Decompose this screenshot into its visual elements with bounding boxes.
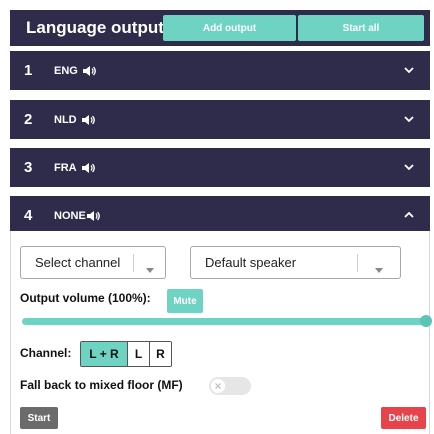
chevron-up-icon[interactable] [402, 208, 416, 222]
caret-down-icon [375, 260, 383, 278]
start-all-button[interactable]: Start all [298, 15, 424, 41]
output-language-code: FRA [54, 161, 77, 174]
add-output-button[interactable]: Add output [163, 15, 296, 41]
chevron-down-icon[interactable] [402, 160, 416, 174]
output-row-3[interactable]: 3 FRA [10, 148, 430, 187]
channel-option-r[interactable]: R [149, 342, 171, 366]
speaker-icon [81, 114, 95, 126]
output-number: 3 [24, 159, 33, 176]
output-language-code: NONE [54, 209, 86, 222]
speaker-icon [82, 65, 96, 77]
start-button[interactable]: Start [20, 407, 58, 429]
chevron-down-icon[interactable] [402, 112, 416, 126]
speaker-icon [81, 162, 95, 174]
channel-select[interactable]: Select channel [20, 246, 166, 279]
mute-button[interactable]: Mute [167, 289, 203, 313]
chevron-down-icon[interactable] [402, 63, 416, 77]
speaker-icon [86, 210, 100, 222]
language-outputs-header: Language outputs Add output Start all [10, 10, 430, 46]
speaker-select-value: Default speaker [205, 255, 297, 270]
channel-select-value: Select channel [35, 255, 121, 270]
output-volume-label: Output volume (100%): [20, 291, 151, 305]
output-row-1[interactable]: 1 ENG [10, 51, 430, 90]
output-row-4[interactable]: 4 NONE [10, 196, 430, 235]
caret-down-icon [146, 260, 154, 278]
close-icon [211, 379, 225, 393]
channel-option-group: L + R L R [80, 341, 172, 367]
channel-label: Channel: [20, 346, 72, 360]
speaker-select[interactable]: Default speaker [190, 246, 401, 279]
output-number: 2 [24, 111, 33, 128]
output-number: 1 [24, 62, 33, 79]
page-title: Language outputs [26, 18, 174, 37]
fallback-toggle[interactable] [209, 377, 251, 395]
output-language-code: NLD [54, 113, 77, 126]
delete-button[interactable]: Delete [381, 407, 426, 429]
channel-option-l[interactable]: L [127, 342, 149, 366]
fallback-label: Fall back to mixed floor (MF) [20, 378, 183, 392]
volume-slider-track[interactable] [22, 318, 426, 325]
channel-option-lr[interactable]: L + R [81, 342, 127, 366]
output-number: 4 [24, 207, 33, 224]
volume-slider-thumb[interactable] [420, 315, 432, 327]
output-language-code: ENG [54, 64, 78, 77]
output-row-2[interactable]: 2 NLD [10, 100, 430, 139]
